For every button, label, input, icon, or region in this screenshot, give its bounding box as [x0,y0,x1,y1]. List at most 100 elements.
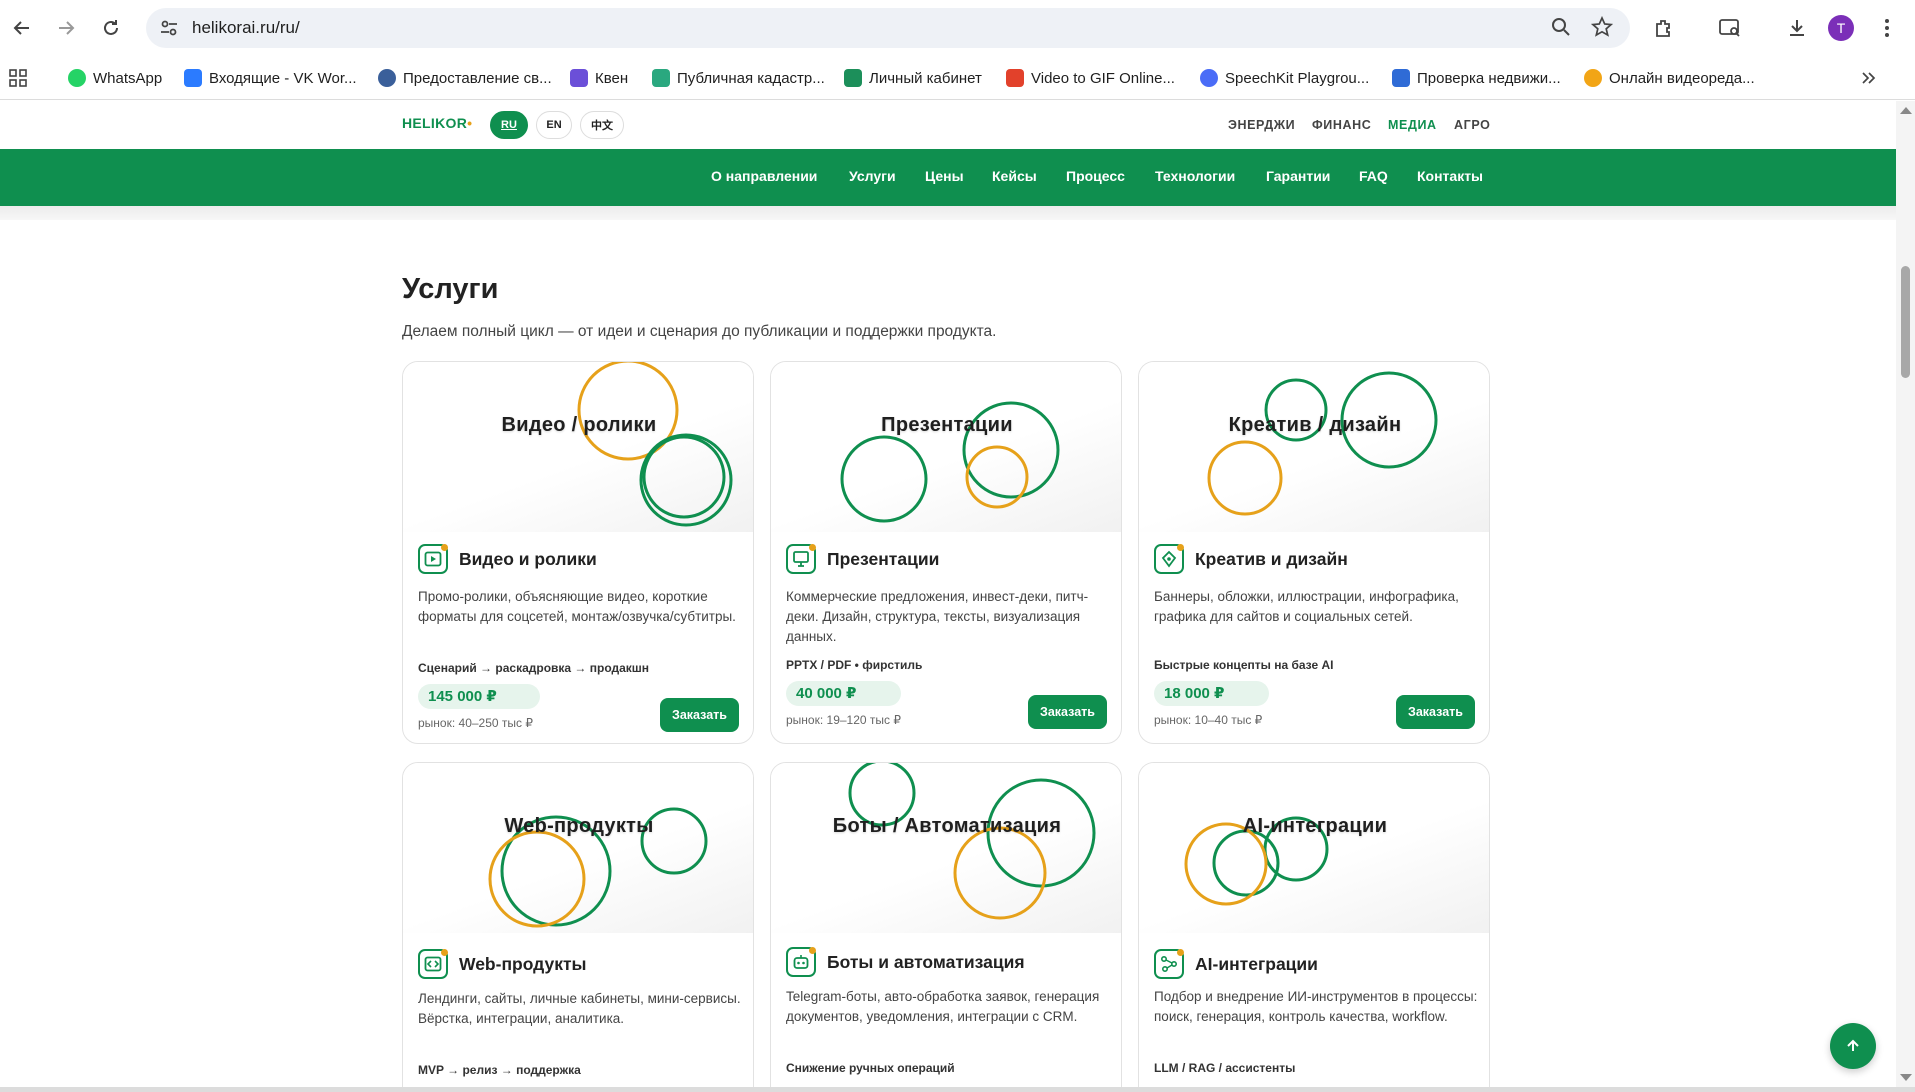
lang-ru-button[interactable]: RU [490,111,528,139]
bookmark-label: Предоставление св... [403,69,552,87]
decorative-circles [577,362,733,527]
qwen-icon [570,69,588,87]
top-link-media[interactable]: МЕДИА [1388,118,1437,132]
downloads-icon[interactable] [1783,14,1811,42]
card-description: Telegram-боты, авто-обработка заявок, ге… [786,989,1100,1024]
card-title: Боты и автоматизация [827,952,1025,972]
card-banner: Web-продукты [403,763,753,933]
back-icon[interactable] [6,12,38,44]
card-banner-title: AI-интеграции [1242,815,1388,837]
order-button[interactable]: Заказать [1396,695,1475,729]
nav-process[interactable]: Процесс [1066,168,1125,184]
bookmark-label: Личный кабинет [869,69,982,87]
nav-technologies[interactable]: Технологии [1155,168,1235,184]
bookmark-label: Квен [595,69,629,87]
top-link-energy[interactable]: ЭНЕРДЖИ [1228,118,1295,132]
address-bar[interactable]: helikorai.ru/ru/ [146,8,1630,48]
card-title: Креатив и дизайн [1195,549,1348,569]
order-button[interactable]: Заказать [660,698,739,732]
extensions-icon[interactable] [1650,14,1678,42]
tab-search-icon[interactable] [1716,14,1744,42]
decorative-circles [488,807,708,928]
apps-grid-icon[interactable] [8,64,28,92]
market-price-range: рынок: 10–40 тыс ₽ [1154,713,1263,727]
forward-icon[interactable] [50,12,82,44]
video-editor-icon [1584,69,1602,87]
card-banner-title: Презентации [881,414,1013,436]
scroll-to-top-button[interactable] [1830,1023,1876,1069]
bookmark-label: WhatsApp [93,69,163,87]
decorative-circles [1207,371,1438,516]
scrollbar-thumb[interactable] [1901,266,1910,378]
nav-prices[interactable]: Цены [925,168,964,184]
nav-contacts[interactable]: Контакты [1417,168,1483,184]
network-icon [1154,949,1184,979]
service-card: Презентации Презентации Коммерческие пре… [770,361,1122,744]
account-cabinet-icon [844,69,862,87]
main-nav: О направлении Услуги Цены Кейсы Процесс … [0,149,1896,206]
market-price-range: рынок: 40–250 тыс ₽ [418,716,533,730]
price-badge: 40 000 ₽ [786,681,901,706]
decorative-circles [848,763,1096,920]
top-link-agro[interactable]: АГРО [1454,118,1490,132]
card-description: Коммерческие предложения, инвест-деки, п… [786,589,1089,644]
card-tagline: Быстрые концепты на базе AI [1154,658,1334,672]
bookmark-item[interactable]: Публичная кадастр... [652,64,825,92]
bot-icon [786,947,816,977]
cadastre-map-icon [652,69,670,87]
bookmark-item[interactable]: SpeechKit Playgrou... [1200,64,1369,92]
zoom-icon[interactable] [1550,16,1574,40]
nav-about[interactable]: О направлении [711,168,817,184]
gov-emblem-icon [378,69,396,87]
card-title: AI-интеграции [1195,954,1318,974]
icon-accent-dot [809,544,816,551]
more-bookmarks-chevron-icon[interactable] [1860,64,1876,92]
nav-guarantees[interactable]: Гарантии [1266,168,1330,184]
site-header: HELIKOR• RU EN 中文 ЭНЕРДЖИ ФИНАНС МЕДИА А… [0,101,1896,149]
speechkit-icon [1200,69,1218,87]
nav-faq[interactable]: FAQ [1359,168,1388,184]
card-tagline: MVP → релиз → поддержка [418,1063,581,1077]
logo-dot-icon: • [467,115,473,131]
card-tagline: LLM / RAG / ассистенты [1154,1061,1296,1075]
icon-accent-dot [441,544,448,551]
bookmark-item[interactable]: Квен [570,64,628,92]
site-settings-icon[interactable] [158,17,180,39]
helikor-logo[interactable]: HELIKOR• [402,115,472,131]
card-banner-title: Боты / Автоматизация [832,815,1062,837]
bookmark-item[interactable]: WhatsApp [68,64,162,92]
bookmark-item[interactable]: Онлайн видеореда... [1584,64,1755,92]
scroll-up-arrow-icon[interactable] [1900,107,1912,114]
lang-zh-button[interactable]: 中文 [580,111,624,139]
nav-services[interactable]: Услуги [849,168,896,184]
nav-cases[interactable]: Кейсы [992,168,1037,184]
card-title: Презентации [827,549,940,569]
reload-icon[interactable] [95,12,127,44]
icon-accent-dot [1177,544,1184,551]
service-card: Боты / Автоматизация Боты и автоматизаци… [770,762,1122,1087]
icon-accent-dot [441,949,448,956]
decorative-circles [1184,816,1329,906]
bookmarks-bar: WhatsApp Входящие - VK Wor... Предоставл… [0,56,1915,100]
bookmark-item[interactable]: Личный кабинет [844,64,982,92]
bookmark-item[interactable]: Предоставление св... [378,64,552,92]
menu-kebab-icon[interactable] [1873,14,1901,42]
order-button[interactable]: Заказать [1028,695,1107,729]
url-text[interactable]: helikorai.ru/ru/ [192,18,300,38]
service-card: Креатив / дизайн Креатив и дизайн Баннер… [1138,361,1490,744]
card-description: Лендинги, сайты, личные кабинеты, мини-с… [418,991,741,1026]
bookmark-item[interactable]: Проверка недвижи... [1392,64,1561,92]
page-viewport: HELIKOR• RU EN 中文 ЭНЕРДЖИ ФИНАНС МЕДИА А… [0,101,1896,1087]
card-description: Баннеры, обложки, иллюстрации, инфографи… [1154,589,1459,624]
page-scrollbar[interactable] [1896,101,1915,1087]
profile-avatar[interactable]: T [1828,15,1854,41]
bookmark-star-icon[interactable] [1590,15,1615,40]
top-link-finance[interactable]: ФИНАНС [1312,118,1371,132]
bookmark-label: Video to GIF Online... [1031,69,1175,87]
scroll-down-arrow-icon[interactable] [1900,1074,1912,1081]
bookmark-item[interactable]: Video to GIF Online... [1006,64,1175,92]
lang-en-button[interactable]: EN [536,111,572,139]
price-badge: 145 000 ₽ [418,684,540,709]
whatsapp-icon [68,69,86,87]
bookmark-item[interactable]: Входящие - VK Wor... [184,64,357,92]
